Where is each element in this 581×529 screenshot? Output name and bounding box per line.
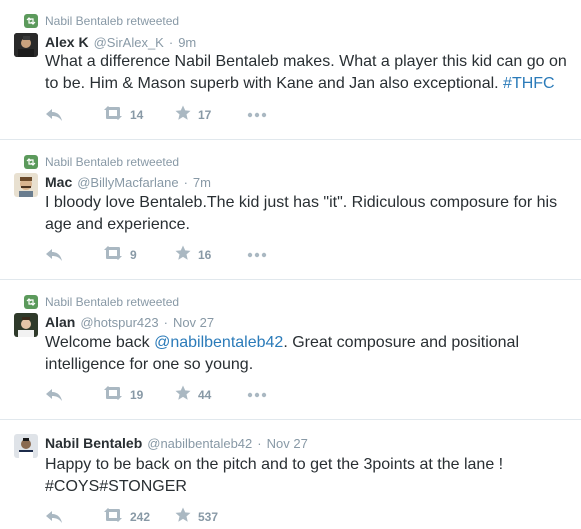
author-name[interactable]: Nabil Bentaleb	[45, 435, 142, 451]
retweet-context[interactable]: Nabil Bentaleb retweeted	[24, 13, 179, 29]
retweeted-by-text: Nabil Bentaleb retweeted	[45, 14, 180, 28]
reply-icon[interactable]	[45, 108, 65, 122]
tweet[interactable]: Nabil Bentaleb @nabilbentaleb42 · Nov 27…	[0, 420, 581, 529]
tweet-text-line: Happy to be back on the pitch and to get…	[45, 456, 504, 473]
separator: ·	[257, 435, 262, 451]
tweet-actions: 242 537	[45, 507, 247, 528]
retweet-count: 9	[130, 248, 137, 262]
favorite-count: 537	[198, 510, 219, 524]
retweet-count: 19	[130, 388, 144, 402]
reply-icon[interactable]	[45, 248, 65, 262]
tweet-text-line: age and experience.	[45, 216, 190, 233]
tweet-actions: 14 17	[45, 105, 267, 126]
favorite-star-icon	[175, 385, 191, 406]
retweet-context[interactable]: Nabil Bentaleb retweeted	[24, 154, 179, 170]
favorite-star-icon	[175, 507, 191, 528]
tweet-text-line: intelligence for one so young.	[45, 356, 254, 373]
avatar[interactable]	[14, 173, 38, 197]
retweet-icon	[103, 507, 123, 527]
timestamp[interactable]: Nov 27	[173, 315, 214, 330]
hashtag-link[interactable]: #THFC	[503, 75, 555, 92]
tweet-text: Welcome back @nabilbentaleb42. Great com…	[45, 332, 565, 376]
author-handle[interactable]: @hotspur423	[80, 315, 158, 330]
author-name[interactable]: Alex K	[45, 34, 89, 50]
tweet-actions: 9 16	[45, 245, 267, 266]
retweet-button[interactable]: 242	[103, 507, 175, 527]
more-dots-icon[interactable]	[247, 112, 267, 118]
retweet-badge-icon	[24, 14, 38, 28]
favorite-button[interactable]: 17	[175, 105, 247, 126]
avatar[interactable]	[14, 33, 38, 57]
retweet-icon	[103, 105, 123, 125]
author-handle[interactable]: @BillyMacfarlane	[77, 175, 178, 190]
timestamp[interactable]: 9m	[178, 35, 196, 50]
separator: ·	[168, 34, 174, 50]
retweet-badge-icon	[24, 295, 38, 309]
favorite-star-icon	[175, 245, 191, 266]
more-dots-icon[interactable]	[247, 252, 267, 258]
favorite-button[interactable]: 537	[175, 507, 247, 528]
tweet-text: What a difference Nabil Bentaleb makes. …	[45, 51, 567, 95]
separator: ·	[183, 174, 188, 190]
retweeted-by-text: Nabil Bentaleb retweeted	[45, 155, 180, 169]
retweet-count: 242	[130, 510, 151, 524]
tweet-text-line: Welcome back @nabilbentaleb42. Great com…	[45, 332, 565, 354]
retweeted-by-text: Nabil Bentaleb retweeted	[45, 295, 180, 309]
tweet-text: I bloody love Bentaleb.The kid just has …	[45, 192, 565, 236]
retweet-count: 14	[130, 108, 144, 122]
tweet-actions: 19 44	[45, 385, 267, 406]
tweet-text-line: What a difference Nabil Bentaleb makes. …	[45, 53, 567, 70]
retweet-badge-icon	[24, 155, 38, 169]
retweet-icon	[103, 385, 123, 405]
timestamp[interactable]: 7m	[193, 175, 211, 190]
timestamp[interactable]: Nov 27	[267, 436, 308, 451]
retweet-button[interactable]: 19	[103, 385, 175, 405]
separator: ·	[163, 314, 168, 330]
favorite-button[interactable]: 16	[175, 245, 247, 266]
tweet-text-span: to be. Him & Mason superb with Kane and …	[45, 75, 504, 92]
favorite-button[interactable]: 44	[175, 385, 247, 406]
favorite-count: 44	[198, 388, 212, 402]
author-handle[interactable]: @nabilbentaleb42	[147, 436, 252, 451]
retweet-icon	[103, 245, 123, 265]
retweet-button[interactable]: 14	[103, 105, 175, 125]
author-name[interactable]: Alan	[45, 314, 75, 330]
reply-icon[interactable]	[45, 510, 65, 524]
tweet[interactable]: Nabil Bentaleb retweeted Alan @hotspur42…	[0, 280, 581, 420]
favorite-count: 17	[198, 108, 212, 122]
tweet-text-span: Welcome back	[45, 334, 155, 351]
retweet-button[interactable]: 9	[103, 245, 175, 265]
mention-link[interactable]: @nabilbentaleb42	[154, 334, 283, 351]
avatar[interactable]	[14, 434, 38, 458]
retweet-context[interactable]: Nabil Bentaleb retweeted	[24, 294, 179, 310]
tweet-text-line: to be. Him & Mason superb with Kane and …	[45, 73, 565, 95]
avatar[interactable]	[14, 313, 38, 337]
favorite-count: 16	[198, 248, 212, 262]
tweet-text-span: . Great composure and positional	[283, 334, 519, 351]
author-name[interactable]: Mac	[45, 174, 72, 190]
tweet-text-line: #COYS#STONGER	[45, 478, 187, 495]
reply-icon[interactable]	[45, 388, 65, 402]
tweet[interactable]: Nabil Bentaleb retweeted Mac @BillyMacfa…	[0, 140, 581, 280]
more-dots-icon[interactable]	[247, 392, 267, 398]
tweet-text: Happy to be back on the pitch and to get…	[45, 454, 565, 498]
tweet-text-line: I bloody love Bentaleb.The kid just has …	[45, 194, 558, 211]
author-handle[interactable]: @SirAlex_K	[94, 35, 164, 50]
favorite-star-icon	[175, 105, 191, 126]
tweet[interactable]: Nabil Bentaleb retweeted Alex K @SirAlex…	[0, 0, 581, 140]
